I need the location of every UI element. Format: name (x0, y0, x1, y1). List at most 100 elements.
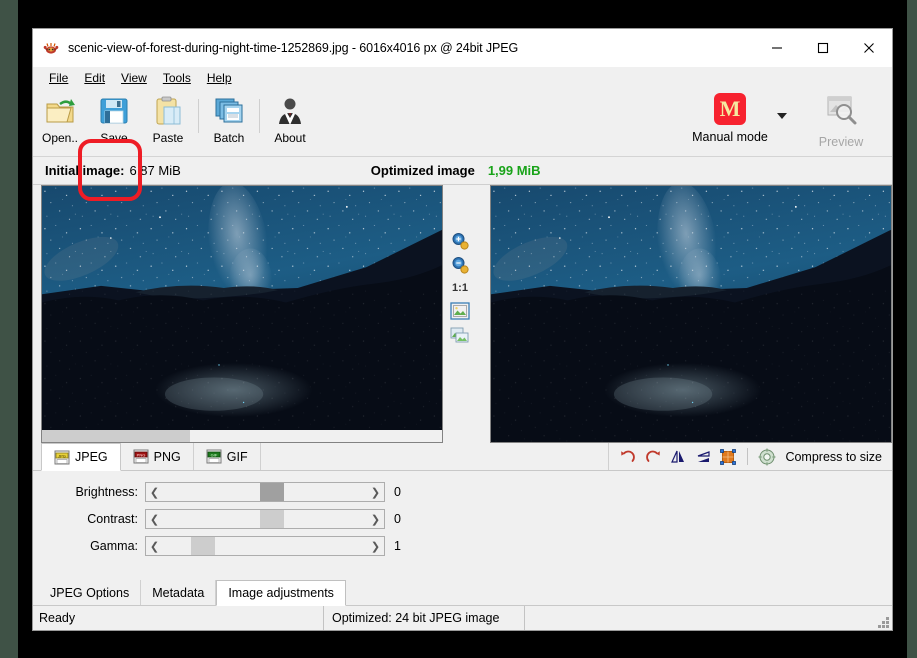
image-adjustments-panel: Brightness: ❮ ❯ 0 Contrast: ❮ ❯ 0 Gamma:… (33, 471, 892, 580)
tab-png[interactable]: PNG PNG (121, 443, 194, 470)
contrast-decrease-icon[interactable]: ❮ (146, 510, 163, 528)
close-icon[interactable] (846, 29, 892, 67)
status-optimized-text: Optimized: 24 bit JPEG image (332, 611, 500, 625)
tab-metadata[interactable]: Metadata (141, 580, 217, 605)
initial-image-pane[interactable] (41, 185, 444, 443)
optimized-image-preview (490, 186, 891, 442)
svg-text:GIF: GIF (210, 452, 217, 457)
window-controls (754, 29, 892, 67)
status-bar: Ready Optimized: 24 bit JPEG image (33, 606, 892, 630)
preview-button-label: Preview (818, 135, 864, 149)
menu-item-tools[interactable]: Tools (155, 69, 199, 87)
main-toolbar: Open.. Save Paste Batch About M Manual m… (33, 89, 892, 201)
maximize-icon[interactable] (800, 29, 846, 67)
image-size-info-strip: Initial image: 6,87 MiB Optimized image … (33, 157, 892, 185)
batch-button-label: Batch (213, 131, 245, 145)
zoom-ratio-label[interactable]: 1:1 (452, 282, 468, 294)
menu-item-edit[interactable]: Edit (76, 69, 113, 87)
gif-file-icon: GIF (206, 449, 222, 464)
rotate-left-icon[interactable] (619, 448, 637, 466)
save-button-label: Save (100, 131, 128, 145)
gamma-slider-thumb[interactable] (191, 537, 216, 555)
compare-images-icon[interactable] (450, 325, 470, 345)
magnifier-preview-icon (825, 93, 857, 130)
brightness-slider[interactable]: ❮ ❯ (145, 482, 385, 502)
initial-image-hscroll-thumb[interactable] (42, 430, 190, 442)
optimized-image-size: 1,99 MiB (487, 163, 541, 178)
menu-label-tools: Tools (162, 71, 191, 85)
bottom-tab-spacer (346, 580, 892, 605)
flip-horizontal-icon[interactable] (669, 448, 687, 466)
clipboard-icon (152, 95, 184, 127)
about-button[interactable]: About (263, 89, 317, 151)
menu-label-file: File (49, 71, 69, 85)
initial-image-preview (42, 186, 443, 442)
initial-image-size: 6,87 MiB (129, 163, 181, 178)
png-file-icon: PNG (133, 449, 149, 464)
menu-item-file[interactable]: File (41, 69, 76, 87)
desktop-backdrop-left (0, 0, 18, 658)
batch-button[interactable]: Batch (202, 89, 256, 151)
jpeg-file-icon: JPG (54, 450, 70, 465)
crop-icon[interactable] (719, 448, 737, 466)
gear-icon[interactable] (758, 448, 776, 466)
optimized-image-pane[interactable] (489, 185, 892, 443)
brightness-decrease-icon[interactable]: ❮ (146, 483, 163, 501)
mode-group: M Manual mode Preview (682, 89, 892, 149)
window-title: scenic-view-of-forest-during-night-time-… (68, 41, 519, 55)
batch-files-icon (213, 95, 245, 127)
brightness-increase-icon[interactable]: ❯ (367, 483, 384, 501)
bottom-tab-bar: JPEG Options Metadata Image adjustments (33, 580, 892, 606)
resize-grip[interactable] (876, 615, 889, 628)
open-button-label: Open.. (41, 131, 79, 145)
open-button[interactable]: Open.. (33, 89, 87, 151)
save-button[interactable]: Save (87, 89, 141, 151)
fit-image-icon[interactable] (450, 301, 470, 321)
optimized-image-label: Optimized image (370, 163, 475, 178)
gamma-decrease-icon[interactable]: ❮ (146, 537, 163, 555)
rotate-right-icon[interactable] (644, 448, 662, 466)
brightness-label: Brightness: (75, 485, 138, 499)
tab-png-label: PNG (153, 449, 181, 464)
gamma-value: 1 (394, 539, 401, 553)
menu-item-help[interactable]: Help (199, 69, 240, 87)
manual-mode-button[interactable]: M Manual mode (682, 93, 778, 144)
open-folder-icon (44, 95, 76, 127)
contrast-increase-icon[interactable]: ❯ (367, 510, 384, 528)
flip-vertical-icon[interactable] (694, 448, 712, 466)
gamma-slider[interactable]: ❮ ❯ (145, 536, 385, 556)
menu-bar: File Edit View Tools Help (33, 67, 892, 89)
tab-jpeg-options[interactable]: JPEG Options (39, 580, 142, 605)
contrast-value: 0 (394, 512, 401, 526)
chevron-down-icon[interactable] (774, 93, 790, 139)
gamma-row: Gamma: ❮ ❯ 1 (33, 535, 892, 557)
initial-image-label: Initial image: (45, 163, 125, 178)
menu-item-view[interactable]: View (113, 69, 155, 87)
tab-jpeg[interactable]: JPG JPEG (41, 443, 121, 471)
menu-label-edit: Edit (84, 71, 106, 85)
status-separator-2 (524, 606, 525, 630)
zoom-in-icon[interactable] (450, 231, 470, 251)
initial-image-hscrollbar[interactable] (42, 430, 443, 442)
paste-button[interactable]: Paste (141, 89, 195, 151)
contrast-slider[interactable]: ❮ ❯ (145, 509, 385, 529)
contrast-row: Contrast: ❮ ❯ 0 (33, 508, 892, 530)
gamma-label: Gamma: (90, 539, 138, 553)
minimize-icon[interactable] (754, 29, 800, 67)
toolbar-separator-2 (259, 99, 260, 133)
brightness-slider-thumb[interactable] (260, 483, 285, 501)
image-view-tools: 1:1 (447, 185, 473, 443)
zoom-out-icon[interactable] (450, 255, 470, 275)
preview-button[interactable]: Preview (802, 93, 880, 149)
toolbar-separator-1 (198, 99, 199, 133)
tab-gif[interactable]: GIF GIF (194, 443, 261, 470)
application-window: scenic-view-of-forest-during-night-time-… (32, 28, 893, 631)
tab-image-adjustments[interactable]: Image adjustments (216, 580, 346, 606)
menu-label-view: View (121, 71, 147, 85)
desktop-backdrop-right (907, 0, 917, 658)
contrast-slider-thumb[interactable] (260, 510, 285, 528)
gamma-increase-icon[interactable]: ❯ (367, 537, 384, 555)
manual-mode-label: Manual mode (692, 130, 768, 144)
compress-to-size-label[interactable]: Compress to size (785, 450, 882, 464)
manual-mode-badge: M (714, 93, 746, 125)
